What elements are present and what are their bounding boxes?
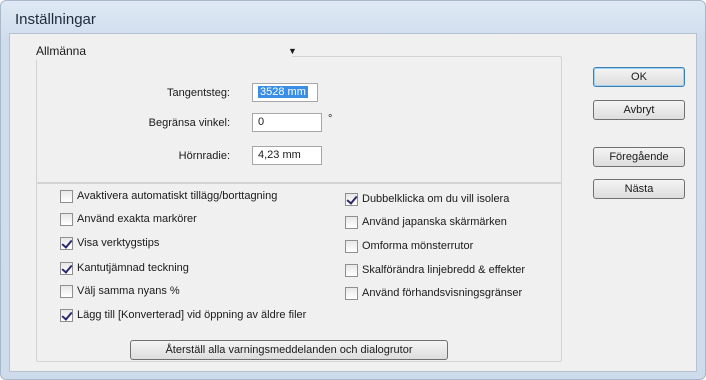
keyboard-increment-label: Tangentsteg: — [167, 87, 230, 99]
checkbox-precise-cursors[interactable]: Använd exakta markörer — [60, 211, 197, 227]
panel-dropdown[interactable]: Allmänna ▼ — [30, 42, 297, 60]
constrain-angle-label: Begränsa vinkel: — [148, 117, 230, 129]
checkbox-preview-bounds[interactable]: Använd förhandsvisningsgränser — [345, 285, 522, 301]
checkbox-box[interactable] — [345, 239, 358, 253]
checkbox-box[interactable] — [345, 263, 358, 277]
next-button[interactable]: Nästa — [593, 179, 685, 199]
dialog-client-area: Allmänna ▼ Tangentsteg: 3528 mm Begränsa… — [9, 33, 697, 372]
checkbox-box-checked[interactable] — [60, 308, 73, 322]
checkbox-show-tooltips[interactable]: Visa verktygstips — [60, 235, 159, 251]
panel-dropdown-value: Allmänna — [36, 44, 87, 58]
chevron-down-icon: ▼ — [288, 46, 297, 56]
corner-radius-input[interactable]: 4,23 mm — [252, 146, 322, 165]
previous-button[interactable]: Föregående — [593, 147, 685, 167]
reset-warnings-button[interactable]: Återställ alla varningsmeddelanden och d… — [130, 340, 448, 360]
checkbox-box[interactable] — [345, 215, 358, 229]
keyboard-increment-input[interactable]: 3528 mm — [252, 83, 318, 102]
checkbox-box-checked[interactable] — [60, 261, 73, 275]
ok-button[interactable]: OK — [593, 67, 685, 87]
checkbox-japanese-crop-marks[interactable]: Använd japanska skärmärken — [345, 214, 507, 230]
degree-unit: ° — [328, 113, 333, 125]
checkbox-select-same-tint[interactable]: Välj samma nyans % — [60, 283, 180, 299]
checkbox-box-checked[interactable] — [345, 192, 358, 206]
cancel-button[interactable]: Avbryt — [593, 100, 685, 120]
checkbox-box[interactable] — [60, 212, 73, 226]
checkbox-append-converted[interactable]: Lägg till [Konverterad] vid öppning av ä… — [60, 307, 306, 323]
checkbox-double-click-isolate[interactable]: Dubbelklicka om du vill isolera — [345, 191, 509, 207]
constrain-angle-input[interactable]: 0 — [252, 113, 322, 132]
checkbox-box-checked[interactable] — [60, 236, 73, 250]
checkbox-box[interactable] — [345, 286, 358, 300]
checkbox-disable-auto-add-delete[interactable]: Avaktivera automatiskt tillägg/borttagni… — [60, 188, 277, 204]
checkbox-transform-pattern-tiles[interactable]: Omforma mönsterrutor — [345, 238, 473, 254]
checkbox-scale-strokes-effects[interactable]: Skalförändra linjebredd & effekter — [345, 262, 525, 278]
window-title: Inställningar — [15, 11, 96, 28]
checkbox-anti-aliased-artwork[interactable]: Kantutjämnad teckning — [60, 260, 189, 276]
checkbox-box[interactable] — [60, 189, 73, 203]
preferences-dialog: Inställningar Allmänna ▼ Tangentsteg: 35… — [0, 0, 706, 380]
checkbox-box[interactable] — [60, 284, 73, 298]
corner-radius-label: Hörnradie: — [178, 150, 230, 162]
